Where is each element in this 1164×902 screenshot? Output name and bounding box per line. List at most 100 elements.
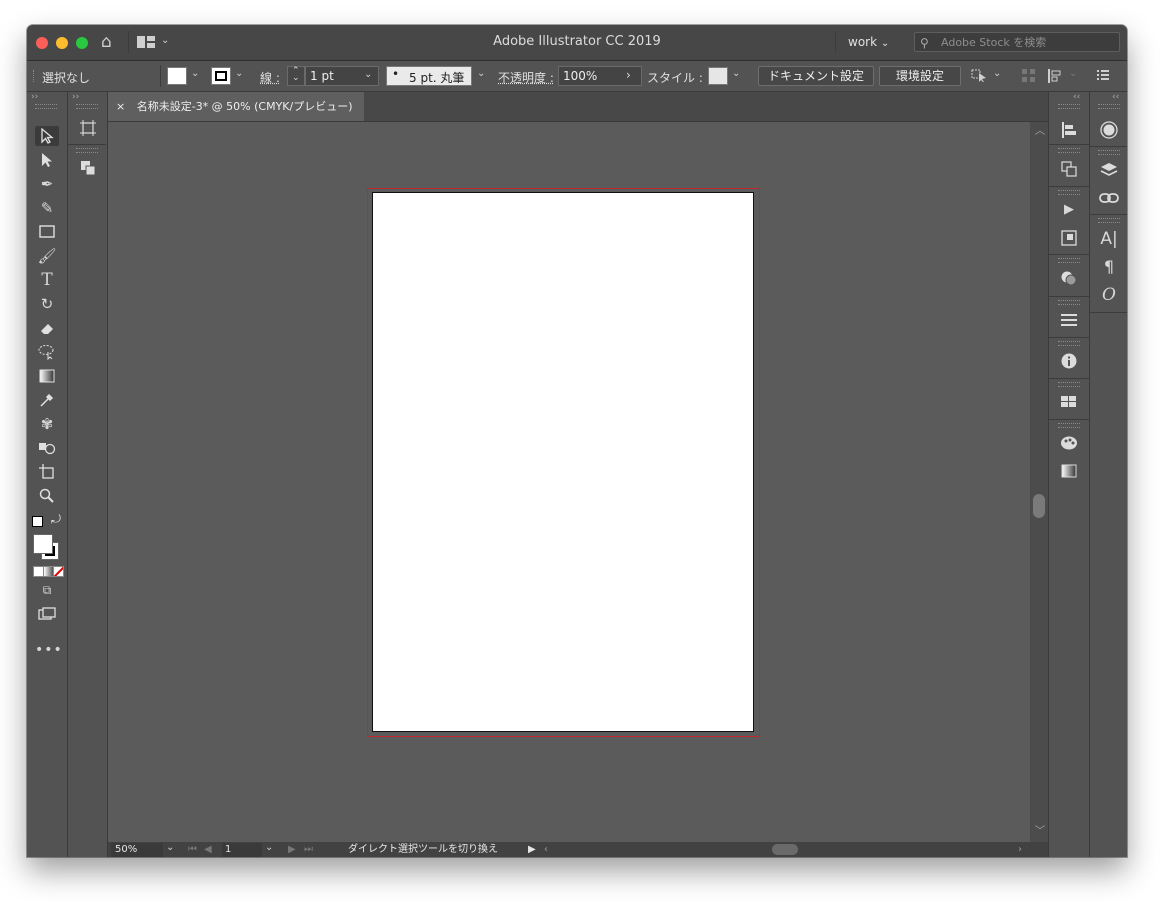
- paragraph-panel-icon[interactable]: ¶: [1097, 257, 1121, 277]
- zoom-tool-icon[interactable]: [35, 486, 59, 506]
- artboard-dropdown-icon[interactable]: ⌄: [265, 842, 273, 853]
- document-tab[interactable]: × 名称未設定-3* @ 50% (CMYK/プレビュー): [108, 92, 364, 121]
- isolate-options-icon[interactable]: [1048, 69, 1064, 83]
- control-menu-icon[interactable]: [1097, 70, 1109, 81]
- artboard-number-value: 1: [225, 844, 232, 855]
- eyedropper-tool-icon[interactable]: [35, 390, 59, 410]
- stroke-weight-stepper[interactable]: ⌃ ⌄: [287, 66, 305, 86]
- gradient-panel-icon[interactable]: [1057, 461, 1081, 483]
- pen-tool-icon[interactable]: ✒: [35, 174, 59, 194]
- paintbrush-tool-icon[interactable]: 🖌: [35, 246, 59, 266]
- stroke-label[interactable]: 線 :: [260, 69, 280, 86]
- status-bar: 50% ⌄ ⏮ ◀ 1 ⌄ ▶ ⏭ ダイレクト選択ツールを切り換え ▶ ‹ ›: [108, 842, 1048, 857]
- artboard-tool-icon[interactable]: [35, 462, 59, 482]
- brush-definition-field[interactable]: • 5 pt. 丸筆: [386, 66, 472, 86]
- expand-panel-icon[interactable]: ››: [72, 92, 79, 102]
- opacity-field[interactable]: 100% ›: [558, 66, 642, 86]
- collapse-panel-icon[interactable]: ‹‹: [1112, 92, 1119, 102]
- chevron-down-icon: ⌄: [292, 73, 300, 83]
- libraries-panel-icon[interactable]: [1057, 228, 1081, 251]
- opacity-label[interactable]: 不透明度 :: [498, 69, 554, 86]
- preferences-button[interactable]: 環境設定: [879, 66, 961, 86]
- control-bar: 選択なし ⌄ ⌄ 線 : ⌃ ⌄ 1 pt ⌄ • 5 pt. 丸筆 ⌄ 不透明…: [27, 61, 1127, 92]
- artboard-number-field[interactable]: 1: [222, 843, 262, 857]
- none-mode-icon[interactable]: [53, 566, 64, 577]
- align-options-icon[interactable]: [1022, 69, 1036, 83]
- transform-panel-icon[interactable]: [1057, 159, 1081, 182]
- artboard[interactable]: [372, 192, 754, 732]
- opentype-panel-icon[interactable]: O: [1097, 285, 1121, 305]
- close-tab-icon[interactable]: ×: [116, 100, 125, 113]
- zoom-value: 50%: [115, 844, 138, 855]
- chevron-right-icon: ›: [626, 68, 631, 82]
- brush-definition-value: 5 pt. 丸筆: [409, 71, 465, 85]
- far-right-panel-dock: ‹‹ A| ¶ O: [1089, 92, 1127, 857]
- screen-mode-icon[interactable]: [35, 604, 59, 624]
- workspace-switcher[interactable]: work ⌄: [848, 35, 889, 49]
- collapse-panel-icon[interactable]: ‹‹: [1073, 92, 1080, 102]
- draw-mode-icon[interactable]: ⧉: [35, 580, 59, 600]
- direct-selection-tool-icon[interactable]: [35, 150, 59, 170]
- eraser-tool-icon[interactable]: [35, 318, 59, 338]
- style-label: スタイル :: [647, 71, 703, 85]
- fill-dropdown-icon[interactable]: ⌄: [191, 68, 199, 79]
- brush-dropdown-icon[interactable]: ⌄: [477, 68, 485, 79]
- style-dropdown-icon[interactable]: ⌄: [732, 68, 740, 79]
- chevron-down-icon: ⌄: [364, 69, 373, 80]
- lasso-tool-icon[interactable]: [35, 342, 59, 362]
- swap-fill-stroke-icon[interactable]: ⤾: [51, 512, 61, 527]
- stroke-panel-icon[interactable]: [1057, 310, 1081, 332]
- chevron-down-icon[interactable]: ⌄: [993, 68, 1001, 79]
- scroll-up-icon[interactable]: ︿: [1035, 122, 1045, 137]
- expand-panel-icon[interactable]: ››: [31, 92, 38, 102]
- selection-tool-icon[interactable]: [35, 126, 59, 146]
- character-panel-icon[interactable]: A|: [1097, 229, 1121, 249]
- swatches-panel-icon[interactable]: [1057, 392, 1081, 413]
- info-panel-icon[interactable]: [1057, 351, 1081, 374]
- actions-panel-icon[interactable]: ▶: [1057, 200, 1081, 220]
- curvature-tool-icon[interactable]: ✎: [35, 198, 59, 218]
- secondary-panel-strip: ››: [68, 92, 108, 857]
- stroke-weight-field[interactable]: 1 pt ⌄: [305, 66, 379, 86]
- gradient-tool-icon[interactable]: [35, 366, 59, 386]
- pathfinder-panel-icon[interactable]: [76, 158, 100, 181]
- artboard-canvas[interactable]: [108, 122, 1030, 842]
- previous-artboard-icon[interactable]: ◀: [204, 842, 212, 857]
- puppet-warp-tool-icon[interactable]: ✾: [35, 414, 59, 434]
- adobe-stock-search-input[interactable]: ⚲ Adobe Stock を検索: [914, 32, 1120, 52]
- zoom-dropdown-icon[interactable]: ⌄: [166, 842, 174, 853]
- status-menu-icon[interactable]: ▶: [528, 842, 536, 857]
- vertical-scroll-thumb[interactable]: [1033, 494, 1045, 518]
- fill-indicator[interactable]: [33, 534, 53, 554]
- links-panel-icon[interactable]: [1097, 188, 1121, 209]
- scroll-right-icon[interactable]: ›: [1018, 842, 1022, 857]
- next-artboard-icon[interactable]: ▶: [288, 842, 296, 857]
- horizontal-scroll-thumb[interactable]: [772, 844, 798, 855]
- vertical-scrollbar[interactable]: ︿ ﹀: [1030, 122, 1048, 842]
- color-guide-panel-icon[interactable]: [1057, 433, 1081, 456]
- shape-builder-tool-icon[interactable]: [35, 438, 59, 458]
- artboards-panel-icon[interactable]: [76, 118, 100, 141]
- align-panel-icon[interactable]: [1057, 120, 1081, 143]
- rectangle-tool-icon[interactable]: [35, 222, 59, 242]
- layers-panel-icon[interactable]: [1097, 160, 1121, 183]
- fill-color-swatch[interactable]: [167, 67, 187, 85]
- stroke-dropdown-icon[interactable]: ⌄: [235, 68, 243, 79]
- default-fill-stroke-icon[interactable]: [32, 516, 43, 527]
- chevron-down-icon: ⌄: [880, 38, 890, 49]
- select-similar-icon[interactable]: [971, 69, 989, 83]
- edit-toolbar-icon[interactable]: •••: [35, 640, 62, 660]
- appearance-panel-icon[interactable]: [1057, 268, 1081, 291]
- stroke-color-swatch[interactable]: [211, 67, 231, 85]
- graphic-style-swatch[interactable]: [708, 67, 728, 85]
- last-artboard-icon[interactable]: ⏭: [304, 842, 313, 857]
- scroll-down-icon[interactable]: ﹀: [1035, 822, 1045, 837]
- color-panel-icon[interactable]: [1097, 120, 1121, 144]
- document-setup-button[interactable]: ドキュメント設定: [758, 66, 874, 86]
- type-tool-icon[interactable]: T: [35, 270, 59, 290]
- rotate-tool-icon[interactable]: ↻: [35, 294, 59, 314]
- first-artboard-icon[interactable]: ⏮: [188, 842, 197, 857]
- scroll-left-icon[interactable]: ‹: [544, 842, 548, 857]
- chevron-down-icon[interactable]: ⌄: [1069, 68, 1077, 79]
- zoom-field[interactable]: 50%: [111, 843, 163, 857]
